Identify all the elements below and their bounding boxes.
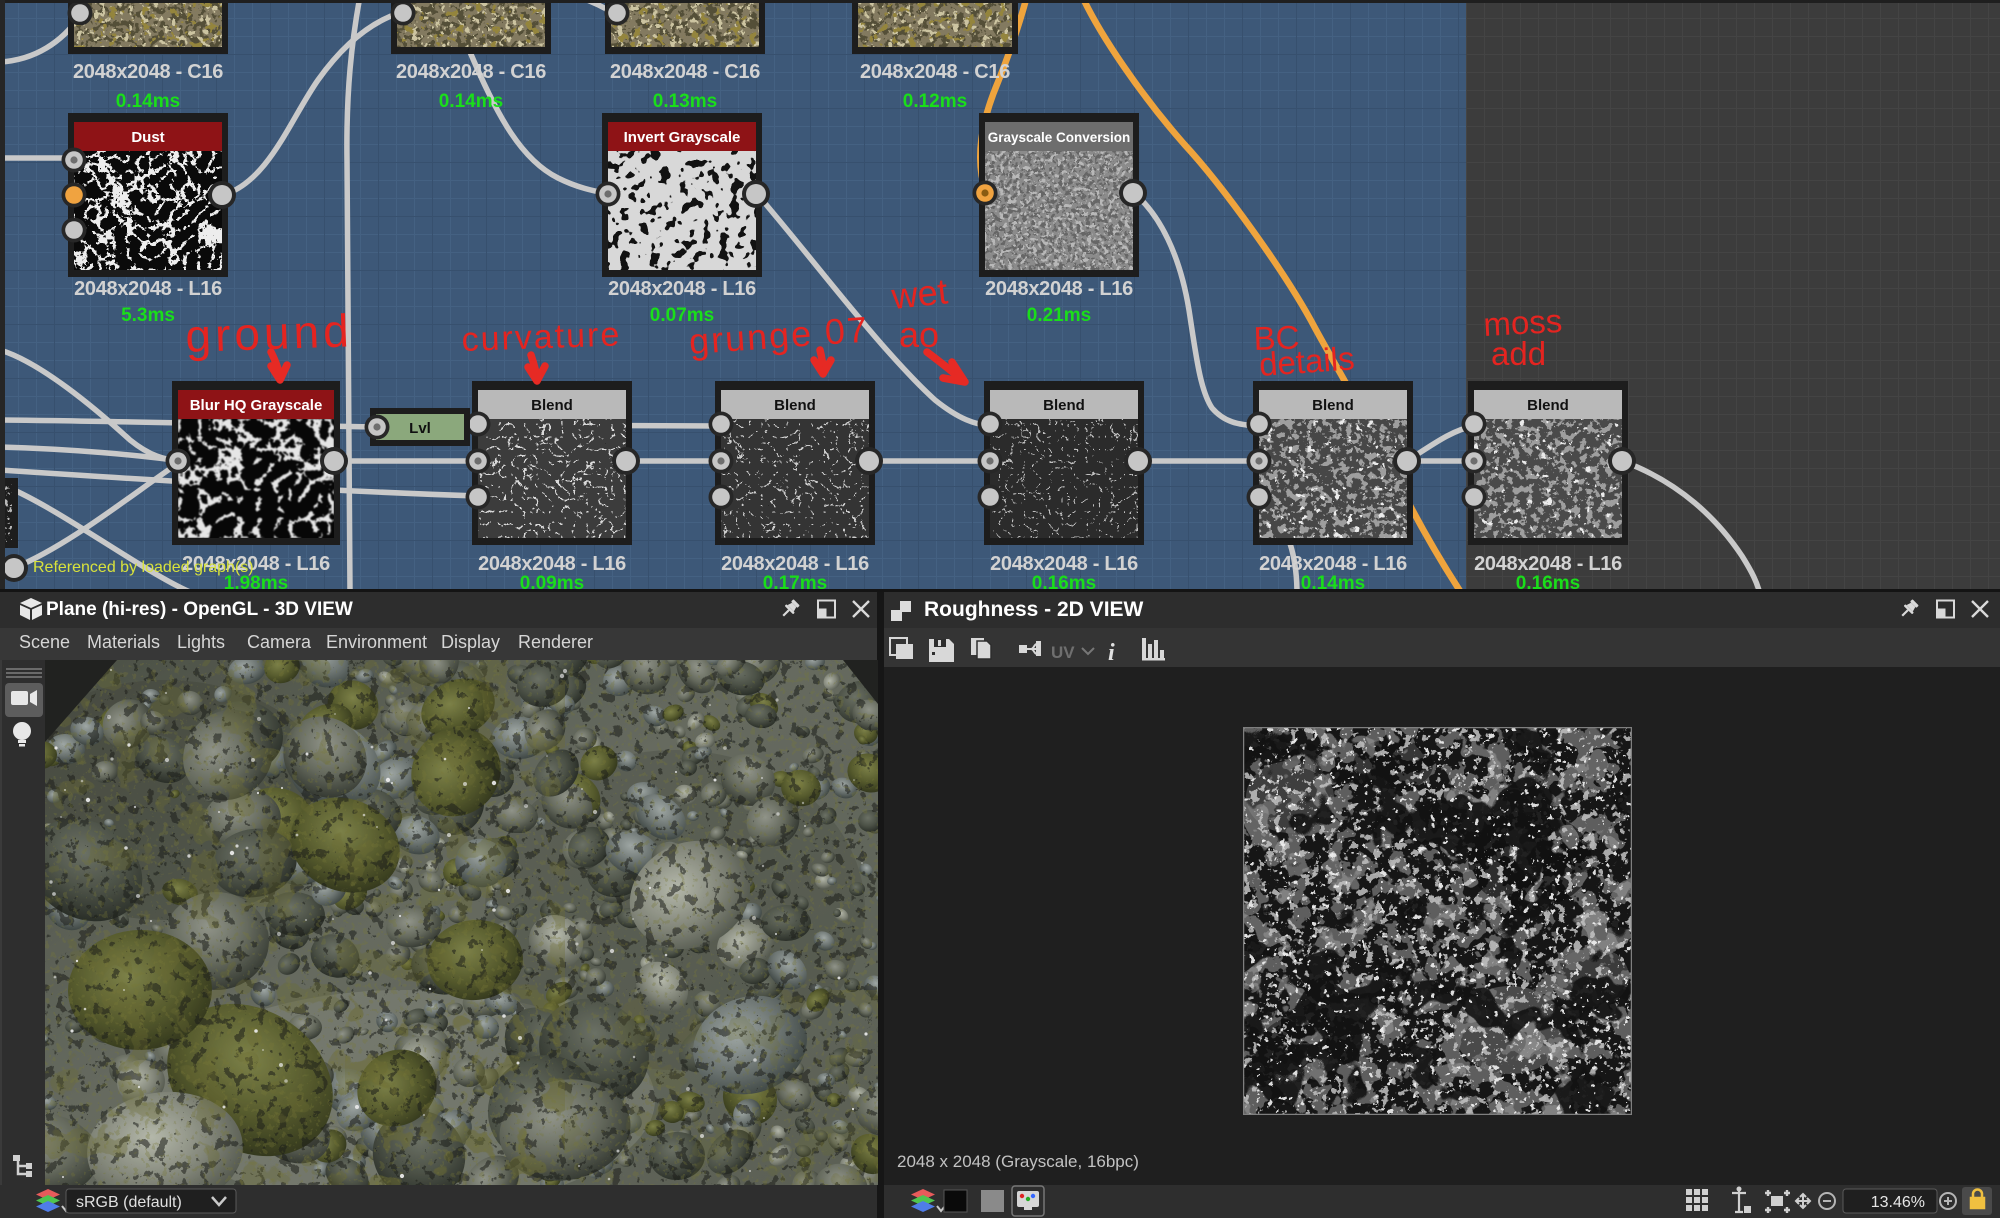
svg-text:0.14ms: 0.14ms [1301, 573, 1365, 589]
svg-text:ao: ao [899, 314, 939, 355]
svg-text:details: details [1258, 339, 1356, 383]
svg-text:0.13ms: 0.13ms [653, 91, 717, 112]
svg-text:Blend: Blend [1312, 397, 1354, 414]
svg-text:Invert Grayscale: Invert Grayscale [624, 129, 741, 146]
svg-text:0.14ms: 0.14ms [439, 91, 503, 112]
svg-text:2048x2048 - C16: 2048x2048 - C16 [610, 61, 760, 83]
svg-text:Blur HQ Grayscale: Blur HQ Grayscale [190, 397, 323, 414]
svg-text:Blend: Blend [774, 397, 816, 414]
svg-text:0.21ms: 0.21ms [1027, 305, 1091, 326]
svg-text:add: add [1491, 335, 1546, 372]
svg-text:curvature: curvature [461, 315, 622, 359]
svg-text:ground: ground [185, 304, 354, 362]
svg-text:Blend: Blend [531, 397, 573, 414]
svg-text:0.12ms: 0.12ms [903, 91, 967, 112]
svg-text:2048x2048 - L16: 2048x2048 - L16 [721, 553, 869, 575]
svg-text:2048x2048 - L16: 2048x2048 - L16 [1474, 553, 1622, 575]
svg-text:0.14ms: 0.14ms [116, 91, 180, 112]
svg-text:grunge 07: grunge 07 [688, 309, 871, 362]
svg-text:Blend: Blend [1043, 397, 1085, 414]
svg-text:2048x2048 - L16: 2048x2048 - L16 [608, 278, 756, 300]
svg-text:2048x2048 - L16: 2048x2048 - L16 [74, 278, 222, 300]
svg-text:2048x2048 - L16: 2048x2048 - L16 [478, 553, 626, 575]
svg-text:5.3ms: 5.3ms [121, 305, 175, 326]
svg-text:Grayscale Conversion: Grayscale Conversion [988, 130, 1131, 145]
svg-text:0.17ms: 0.17ms [763, 573, 827, 589]
svg-text:Dust: Dust [131, 129, 164, 146]
svg-text:2048x2048 - L16: 2048x2048 - L16 [1259, 553, 1407, 575]
svg-text:2048x2048 - C16: 2048x2048 - C16 [73, 61, 223, 83]
svg-text:0.09ms: 0.09ms [520, 573, 584, 589]
svg-text:2048x2048 - C16: 2048x2048 - C16 [396, 61, 546, 83]
svg-text:2048x2048 - L16: 2048x2048 - L16 [985, 278, 1133, 300]
svg-text:2048x2048 - C16: 2048x2048 - C16 [860, 61, 1010, 83]
svg-text:Referenced by loaded graph(s): Referenced by loaded graph(s) [33, 559, 254, 576]
svg-text:0.16ms: 0.16ms [1516, 573, 1580, 589]
svg-text:wet: wet [889, 270, 950, 317]
svg-text:2048x2048 - L16: 2048x2048 - L16 [990, 553, 1138, 575]
svg-text:Blend: Blend [1527, 397, 1569, 414]
svg-text:Lvl: Lvl [409, 420, 431, 437]
svg-text:0.16ms: 0.16ms [1032, 573, 1096, 589]
